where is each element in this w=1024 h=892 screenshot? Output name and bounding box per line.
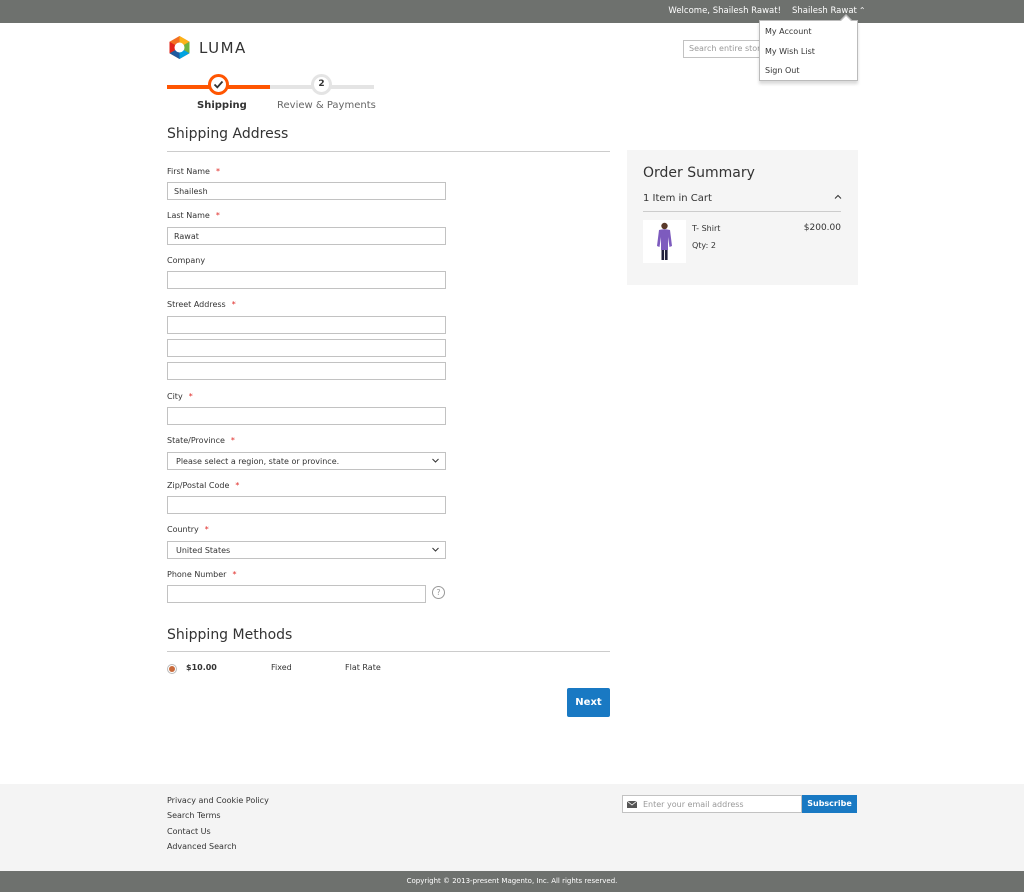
checkmark-icon bbox=[213, 80, 224, 89]
chevron-down-icon bbox=[432, 547, 439, 552]
product-thumbnail bbox=[643, 220, 686, 263]
top-bar bbox=[0, 0, 1024, 23]
last-name-field[interactable]: Rawat bbox=[167, 227, 446, 245]
country-label: Country * bbox=[167, 525, 209, 534]
required-mark: * bbox=[230, 436, 235, 445]
first-name-label: First Name * bbox=[167, 167, 220, 176]
zip-field[interactable] bbox=[167, 496, 446, 514]
luma-logo[interactable]: LUMA bbox=[167, 35, 257, 61]
shipping-method-name: Fixed bbox=[271, 663, 292, 672]
shipping-methods-title: Shipping Methods bbox=[167, 627, 293, 643]
envelope-icon bbox=[627, 801, 637, 808]
step-review-label: Review & Payments bbox=[277, 100, 376, 111]
newsletter-placeholder: Enter your email address bbox=[643, 800, 744, 809]
street-line-1-field[interactable] bbox=[167, 316, 446, 334]
newsletter-email-input[interactable]: Enter your email address bbox=[622, 795, 802, 813]
menu-my-wish-list[interactable]: My Wish List bbox=[760, 42, 857, 62]
country-select-value: United States bbox=[176, 546, 231, 555]
chevron-up-icon[interactable] bbox=[834, 193, 842, 201]
item-qty: Qty: 2 bbox=[692, 241, 716, 250]
order-summary-title: Order Summary bbox=[643, 165, 755, 181]
flat-rate-radio[interactable] bbox=[167, 664, 177, 674]
footer-link-contact[interactable]: Contact Us bbox=[167, 827, 211, 836]
phone-field[interactable] bbox=[167, 585, 426, 603]
subscribe-button[interactable]: Subscribe bbox=[802, 795, 857, 813]
required-mark: * bbox=[204, 525, 209, 534]
footer-link-search-terms[interactable]: Search Terms bbox=[167, 811, 221, 820]
city-field[interactable] bbox=[167, 407, 446, 425]
street-line-3-field[interactable] bbox=[167, 362, 446, 380]
step-shipping-label: Shipping bbox=[197, 100, 247, 111]
item-name: T- Shirt bbox=[692, 224, 721, 233]
footer bbox=[0, 784, 1024, 871]
chevron-up-icon: ⌃ bbox=[858, 6, 866, 15]
shipping-carrier: Flat Rate bbox=[345, 663, 381, 672]
item-price: $200.00 bbox=[803, 223, 841, 233]
order-summary: Order Summary 1 Item in Cart T- Shirt Qt… bbox=[627, 150, 858, 285]
city-label: City * bbox=[167, 392, 193, 401]
state-select[interactable]: Please select a region, state or provinc… bbox=[167, 452, 446, 470]
first-name-field[interactable]: Shailesh bbox=[167, 182, 446, 200]
state-label: State/Province * bbox=[167, 436, 235, 445]
required-mark: * bbox=[215, 167, 220, 176]
last-name-label: Last Name * bbox=[167, 211, 220, 220]
required-mark: * bbox=[235, 481, 240, 490]
cart-items-toggle[interactable]: 1 Item in Cart bbox=[643, 193, 712, 204]
menu-sign-out[interactable]: Sign Out bbox=[760, 61, 857, 81]
section-divider bbox=[167, 651, 610, 652]
required-mark: * bbox=[232, 570, 237, 579]
chevron-down-icon bbox=[432, 458, 439, 463]
street-address-label: Street Address * bbox=[167, 300, 236, 309]
step-shipping-marker bbox=[208, 74, 229, 95]
step-review-number: 2 bbox=[314, 77, 329, 92]
footer-link-privacy[interactable]: Privacy and Cookie Policy bbox=[167, 796, 269, 805]
required-mark: * bbox=[215, 211, 220, 220]
help-icon[interactable]: ? bbox=[432, 586, 445, 599]
logo-text: LUMA bbox=[199, 39, 247, 57]
product-image bbox=[643, 220, 686, 263]
customer-dropdown: My Account My Wish List Sign Out bbox=[759, 14, 858, 81]
next-button[interactable]: Next bbox=[567, 688, 610, 717]
step-review-marker: 2 bbox=[311, 74, 332, 95]
country-select[interactable]: United States bbox=[167, 541, 446, 559]
luma-logo-icon bbox=[169, 36, 190, 59]
company-field[interactable] bbox=[167, 271, 446, 289]
shipping-price: $10.00 bbox=[186, 663, 217, 672]
required-mark: * bbox=[231, 300, 236, 309]
section-divider bbox=[167, 151, 610, 152]
required-mark: * bbox=[188, 392, 193, 401]
state-select-value: Please select a region, state or provinc… bbox=[176, 457, 340, 466]
shipping-address-title: Shipping Address bbox=[167, 126, 289, 142]
copyright: Copyright © 2013-present Magento, Inc. A… bbox=[0, 871, 1024, 892]
search-placeholder: Search entire store bbox=[689, 44, 766, 53]
company-label: Company bbox=[167, 256, 206, 265]
menu-my-account[interactable]: My Account bbox=[760, 22, 857, 42]
street-line-2-field[interactable] bbox=[167, 339, 446, 357]
phone-label: Phone Number * bbox=[167, 570, 237, 579]
zip-label: Zip/Postal Code * bbox=[167, 481, 240, 490]
footer-link-advanced-search[interactable]: Advanced Search bbox=[167, 842, 237, 851]
summary-divider bbox=[643, 211, 841, 212]
customer-menu-toggle[interactable]: Shailesh Rawat ⌃ bbox=[792, 6, 866, 16]
welcome-message: Welcome, Shailesh Rawat! bbox=[668, 6, 781, 16]
